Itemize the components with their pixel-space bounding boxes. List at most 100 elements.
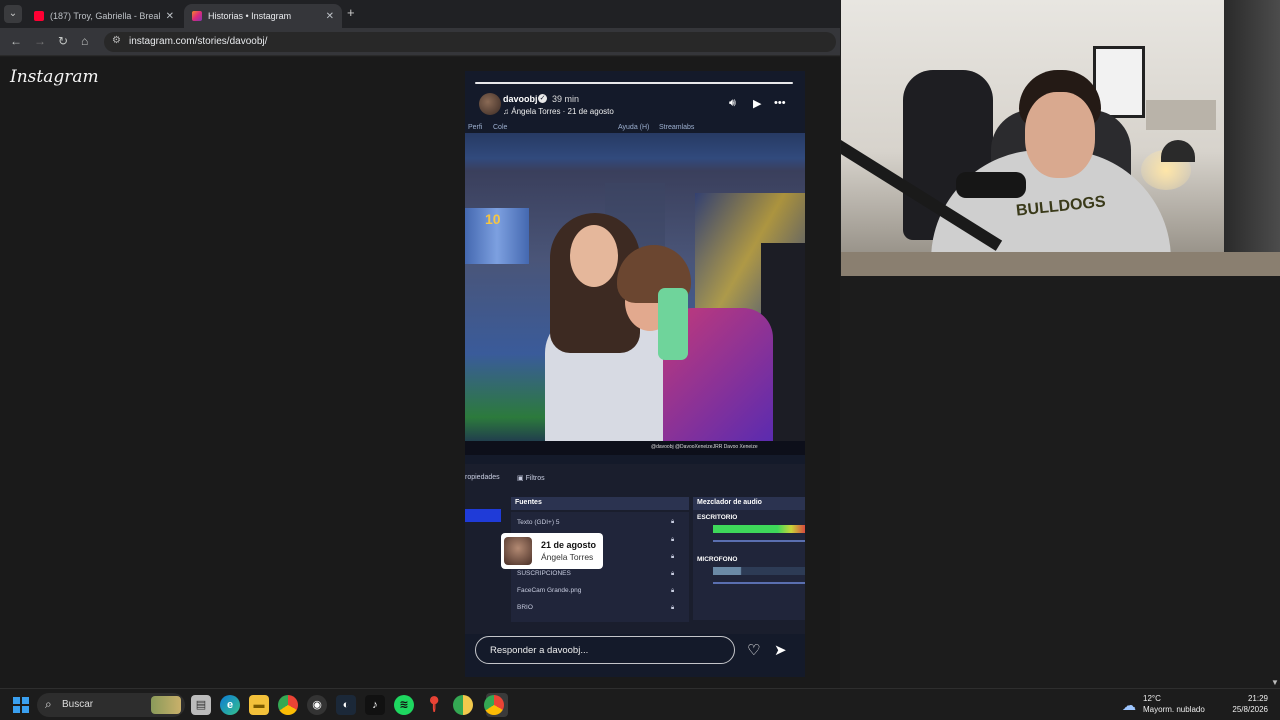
spotify-icon[interactable]: ≋ — [394, 695, 414, 715]
story-progress-bar — [475, 82, 793, 84]
obs-mixer-header: Mezclador de audio — [693, 497, 805, 510]
obs-source-item: FaceCam Grande.png — [517, 587, 582, 594]
lamp — [1161, 140, 1195, 162]
home-icon[interactable]: ⌂ — [81, 34, 88, 48]
maps-icon[interactable]: 📍︎ — [424, 695, 444, 715]
obs-source-item: SUSCRIPCIONES — [517, 570, 571, 577]
microphone — [956, 172, 1026, 198]
lock-icon: 🔒︎ — [671, 605, 675, 611]
window — [1224, 0, 1280, 276]
site-info-icon[interactable]: ⚙ — [112, 35, 121, 46]
play-icon[interactable]: ▶ — [753, 97, 761, 110]
lock-icon: 🔒︎ — [671, 588, 675, 594]
music-text: Ángela Torres · 21 de agosto — [511, 107, 614, 116]
browser-toolbar: ← → ↻ ⌂ ⚙ instagram.com/stories/davoobj/ — [0, 28, 840, 56]
weather-temp[interactable]: 12°C — [1143, 694, 1161, 703]
forward-arrow-icon[interactable]: → — [34, 34, 46, 48]
sticker-date: 21 de agosto — [541, 540, 597, 550]
avatar[interactable] — [479, 93, 501, 115]
volume-slider — [713, 582, 805, 584]
clock-date[interactable]: 25/8/2026 — [1232, 705, 1268, 714]
send-icon[interactable]: ➤ — [774, 641, 787, 659]
obs-tab-properties: ropiedades — [465, 474, 500, 481]
cloud-icon[interactable]: ☁ — [1122, 697, 1136, 714]
story-music-label[interactable]: ♫ Ángela Torres · 21 de agosto — [503, 107, 614, 116]
obs-tab-filters-label: Filtros — [525, 475, 545, 482]
mixer-track-label: MICROFONO — [697, 556, 738, 563]
folder-icon[interactable]: ▬ — [249, 695, 269, 715]
story-viewer[interactable]: davoobj ✓ 39 min ♫ Ángela Torres · 21 de… — [465, 71, 805, 677]
browser-tab-bar: ⌄ (187) Troy, Gabriella - Breaking ✕ His… — [0, 0, 840, 28]
background-menu-item: Streamlabs — [659, 124, 695, 131]
more-icon[interactable]: ••• — [774, 97, 786, 109]
phone — [658, 288, 688, 360]
file-explorer-icon[interactable]: ▤ — [191, 695, 211, 715]
obs-audio-mixer: ESCRITORIO MICROFONO — [693, 510, 805, 620]
reload-icon[interactable]: ↻ — [58, 34, 68, 48]
audio-meter — [713, 567, 805, 575]
tab-instagram[interactable]: Historias • Instagram ✕ — [184, 4, 342, 28]
search-highlight-icon — [151, 696, 181, 714]
jersey-number: 10 — [485, 211, 501, 227]
shelf — [1146, 100, 1216, 130]
audio-meter — [713, 525, 805, 533]
weather-condition[interactable]: Mayorm. nublado — [1143, 705, 1205, 714]
volume-icon[interactable]: 🔊︎ — [729, 97, 736, 110]
verified-badge-icon: ✓ — [538, 94, 547, 103]
chrome-canary-icon[interactable] — [453, 695, 473, 715]
windows-start-icon[interactable] — [13, 697, 29, 713]
music-date-sticker[interactable]: 21 de agosto Ángela Torres — [501, 533, 603, 569]
instagram-favicon-icon — [192, 11, 202, 21]
lock-icon: 🔒︎ — [671, 537, 675, 543]
scroll-down-arrow-icon[interactable]: ▼ — [1271, 678, 1279, 687]
chrome-active-icon[interactable] — [484, 695, 504, 715]
clock-time[interactable]: 21:29 — [1248, 694, 1268, 703]
obs-source-item: BRIO — [517, 604, 533, 611]
stream-credits-bar: @davoobj @DavooXeneizeJRR Davoo Xeneize — [465, 441, 805, 455]
address-bar[interactable]: ⚙ instagram.com/stories/davoobj/ — [104, 32, 836, 52]
story-username[interactable]: davoobj — [503, 94, 538, 104]
obs-selected-scene — [465, 509, 501, 522]
background-menu-item: Cole — [493, 124, 508, 131]
youtube-favicon-icon — [34, 11, 44, 21]
obs-sources-header: Fuentes — [511, 497, 689, 510]
streamer-face — [1025, 92, 1095, 178]
mixer-track-label: ESCRITORIO — [697, 514, 738, 521]
tab-label: Historias • Instagram — [208, 11, 292, 21]
obs-icon[interactable]: ◉ — [307, 695, 327, 715]
webcam-overlay: BULLDOGS — [841, 0, 1280, 276]
obs-tab-filters: ▣ Filtros — [517, 475, 545, 482]
heart-icon[interactable]: ♡ — [747, 641, 760, 659]
lock-icon: 🔒︎ — [671, 554, 675, 560]
tab-youtube[interactable]: (187) Troy, Gabriella - Breaking ✕ — [26, 4, 182, 28]
empty-area — [840, 276, 1280, 688]
tiktok-icon[interactable]: ♪ — [365, 695, 385, 715]
story-header: davoobj ✓ 39 min ♫ Ángela Torres · 21 de… — [465, 89, 805, 131]
url-text: instagram.com/stories/davoobj/ — [129, 36, 268, 47]
search-label: Buscar — [62, 699, 94, 710]
back-arrow-icon[interactable]: ← — [10, 34, 22, 48]
reply-placeholder: Responder a davoobj... — [490, 645, 589, 656]
taskbar-search[interactable]: ⌕ Buscar — [37, 693, 185, 717]
person-girl-face — [570, 225, 618, 287]
story-time: 39 min — [552, 94, 580, 104]
background-menu-item: Perfi — [468, 124, 483, 131]
taskbar: ⌕ Buscar ▤ e ▬ ◉ ◐ ♪ ≋ 📍︎ ☁ 12°C Mayorm.… — [0, 688, 1280, 720]
reply-input[interactable]: Responder a davoobj... — [475, 636, 735, 664]
lock-icon: 🔒︎ — [671, 519, 675, 525]
new-tab-button[interactable]: + — [347, 5, 355, 20]
edge-icon[interactable]: e — [220, 695, 240, 715]
desk — [841, 252, 1280, 276]
sticker-artist: Ángela Torres — [541, 552, 594, 562]
close-tab-icon[interactable]: ✕ — [166, 11, 174, 22]
chrome-icon[interactable] — [278, 695, 298, 715]
search-icon: ⌕ — [45, 697, 52, 711]
background-menu-item: Ayuda (H) — [618, 124, 650, 131]
steam-icon[interactable]: ◐ — [336, 695, 356, 715]
instagram-logo[interactable]: Instagram — [10, 67, 99, 87]
volume-slider — [713, 540, 805, 542]
tab-search-button[interactable]: ⌄ — [4, 5, 22, 23]
obs-source-item: Texto (GDI+) 5 — [517, 519, 560, 526]
close-tab-icon[interactable]: ✕ — [326, 11, 334, 22]
story-photo: 10 @davoobj @DavooXeneizeJRR Davoo Xenei… — [465, 133, 805, 455]
